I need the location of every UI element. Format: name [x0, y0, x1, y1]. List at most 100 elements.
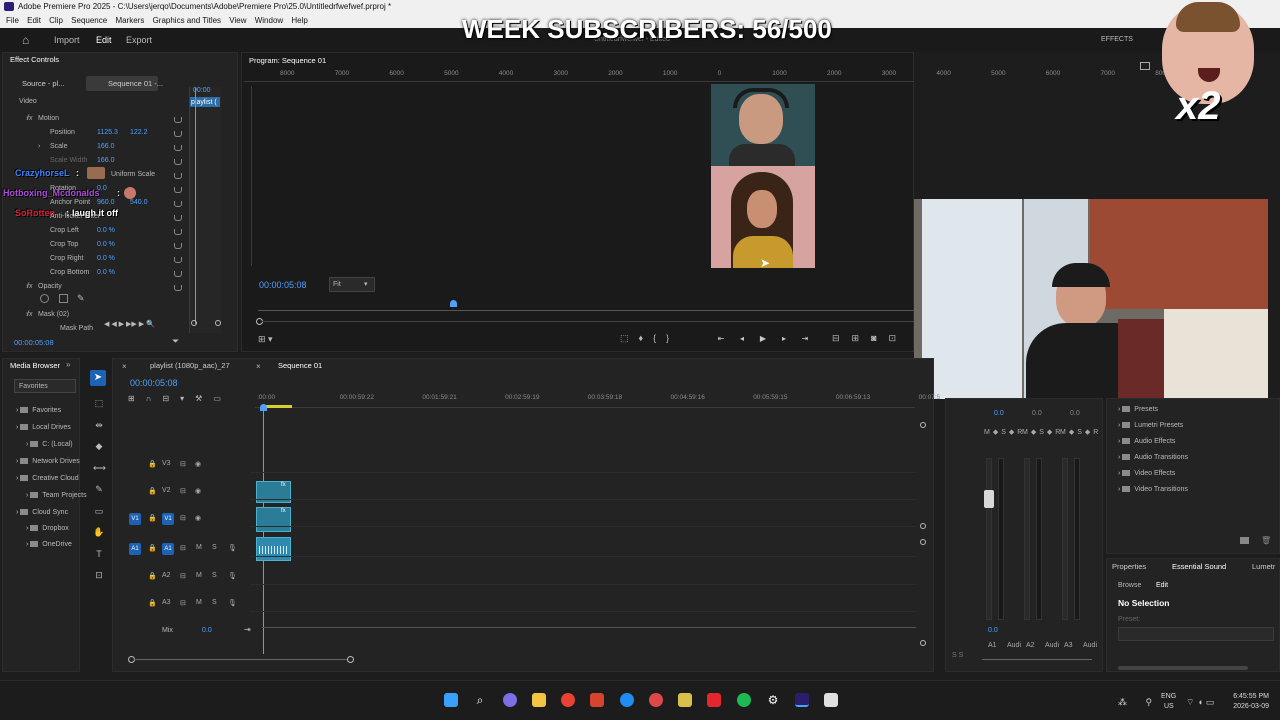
source-tab[interactable]: Source - pl... [22, 76, 65, 91]
app-icon-5[interactable] [707, 693, 721, 707]
go-to-out-icon[interactable]: ⇥ [801, 335, 809, 343]
reset-icon[interactable] [174, 257, 182, 263]
lumetri-tab[interactable]: Lumetr [1252, 559, 1275, 574]
program-playhead[interactable] [450, 300, 457, 307]
panel-toggle-icon[interactable] [1140, 62, 1150, 70]
ec-playhead[interactable] [195, 88, 196, 324]
sync-icon[interactable]: ⊟ [180, 514, 186, 522]
menu-edit[interactable]: Edit [27, 13, 41, 28]
network-volume-battery-icons[interactable]: ⌔◖▭ [1186, 697, 1217, 708]
ec-prop-value[interactable]: 0.0 % [97, 227, 115, 234]
home-icon[interactable]: ⌂ [22, 28, 29, 52]
effects-folder-item[interactable]: › Presets [1118, 406, 1158, 413]
effects-folder-item[interactable]: › Audio Transitions [1118, 454, 1188, 461]
tool-stack[interactable]: ⬚ ⇹ ◆ ⟷ ✎ ▭ ✋ T ⊡ [93, 393, 106, 587]
mask-ellipse-icon[interactable] [40, 294, 49, 303]
fader-handle-a1[interactable] [984, 490, 994, 508]
timeline-zoom-bar[interactable] [134, 659, 348, 660]
reset-icon[interactable] [174, 215, 182, 221]
mix-arrow-icon[interactable]: ⇥ [244, 625, 251, 634]
program-timecode[interactable]: 00:00:05:08 [259, 280, 307, 290]
program-zoom-bar[interactable] [262, 321, 914, 322]
reset-icon[interactable] [174, 201, 182, 207]
gear-icon[interactable]: ⚙ [766, 693, 780, 707]
file-explorer-icon[interactable] [532, 693, 546, 707]
ec-expand-icon[interactable]: › [38, 143, 40, 150]
source-patch-V1[interactable]: V1 [129, 513, 141, 525]
essential-sound-tab[interactable]: Essential Sound [1172, 559, 1226, 574]
app-icon-6[interactable] [824, 693, 838, 707]
v-scroll-bottom[interactable] [920, 523, 926, 529]
lock-icon[interactable]: 🔒 [148, 487, 157, 495]
mixer-pan-value[interactable]: 0.0 [994, 410, 1004, 417]
program-tab[interactable]: Program: Sequence 01 [249, 53, 326, 68]
lock-icon[interactable]: 🔒 [148, 460, 157, 468]
track-target-A1[interactable]: A1 [162, 543, 174, 555]
mixer-bottom-value[interactable]: 0.0 [988, 627, 998, 634]
track-target-V3[interactable]: V3 [162, 460, 171, 467]
mute-button[interactable]: M [196, 599, 202, 606]
sync-icon[interactable]: ⊟ [180, 487, 186, 495]
system-tray-icons[interactable]: ⁂ ⚲ [1118, 697, 1160, 708]
mask-rect-icon[interactable] [59, 294, 68, 303]
effects-folder-item[interactable]: › Video Transitions [1118, 486, 1188, 493]
reset-icon[interactable] [174, 271, 182, 277]
timeline-tab-sequence[interactable]: Sequence 01 [278, 358, 322, 373]
timeline-toolbar[interactable]: ⊞∩⊟▾⚒▭ [128, 394, 248, 406]
menu-file[interactable]: File [6, 13, 19, 28]
ec-prop-value[interactable]: 960.0 [97, 199, 115, 206]
ec-prop-value[interactable]: 0.0 % [97, 241, 115, 248]
app-icon-3[interactable] [649, 693, 663, 707]
start-icon[interactable] [444, 693, 458, 707]
mute-button[interactable]: M [196, 544, 202, 551]
menu-markers[interactable]: Markers [115, 13, 144, 28]
mix-value[interactable]: 0.0 [202, 627, 212, 634]
app-icon-2[interactable] [620, 693, 634, 707]
properties-scrollbar[interactable] [1118, 666, 1248, 670]
menu-help[interactable]: Help [291, 13, 307, 28]
favorites-dropdown[interactable]: Favorites [14, 379, 76, 393]
export-tab[interactable]: Export [126, 28, 152, 52]
go-to-in-icon[interactable]: ⇤ [717, 335, 725, 343]
sequence-tab[interactable]: Sequence 01 -... [108, 76, 163, 91]
ec-prop-value[interactable]: 166.0 [97, 143, 115, 150]
fader-track[interactable] [986, 458, 992, 620]
media-browser-item[interactable]: › C: (Local) [26, 441, 73, 448]
track-target-A2[interactable]: A2 [162, 572, 171, 579]
ec-zoom-end[interactable] [215, 320, 221, 326]
timeline-zoom-end[interactable] [347, 656, 354, 663]
preset-dropdown[interactable] [1118, 627, 1274, 641]
eye-icon[interactable]: ◉ [195, 514, 201, 522]
media-browser-item[interactable]: › Creative Cloud [16, 475, 79, 482]
program-scrub-bar[interactable] [258, 303, 914, 311]
filter-icon[interactable]: ⏷ [172, 336, 179, 347]
reset-icon[interactable] [174, 145, 182, 151]
clip-v1[interactable]: fx [256, 507, 291, 532]
step-back-icon[interactable]: ◂ [738, 335, 746, 343]
browse-tab[interactable]: Browse [1118, 582, 1141, 589]
new-folder-icon[interactable] [1240, 537, 1249, 544]
edit-subtab[interactable]: Edit [1156, 582, 1168, 589]
solo-button[interactable]: S [212, 544, 217, 551]
fit-dropdown[interactable]: Fit ▾ [329, 277, 375, 292]
step-forward-icon[interactable]: ▸ [780, 335, 788, 343]
spotify-icon[interactable] [737, 693, 751, 707]
effects-folder-item[interactable]: › Video Effects [1118, 470, 1175, 477]
ec-prop-value2[interactable]: 122.2 [130, 129, 148, 136]
reset-icon[interactable] [174, 173, 182, 179]
app-icon-1[interactable] [590, 693, 604, 707]
chrome-icon[interactable] [561, 693, 575, 707]
menu-clip[interactable]: Clip [49, 13, 63, 28]
premiere-taskbar-icon[interactable] [795, 693, 809, 707]
discord-icon[interactable] [503, 693, 517, 707]
timeline-timecode[interactable]: 00:00:05:08 [130, 378, 178, 388]
media-browser-item[interactable]: › Cloud Sync [16, 509, 68, 516]
app-icon-4[interactable] [678, 693, 692, 707]
solo-button[interactable]: S [212, 599, 217, 606]
reset-icon[interactable] [174, 285, 182, 291]
sync-icon[interactable]: ⊟ [180, 460, 186, 468]
v-scroll-top[interactable] [920, 422, 926, 428]
lock-icon[interactable]: 🔒 [148, 514, 157, 522]
lock-icon[interactable]: 🔒 [148, 599, 157, 607]
settings-icon[interactable]: ⊞ ▾ [258, 334, 273, 345]
